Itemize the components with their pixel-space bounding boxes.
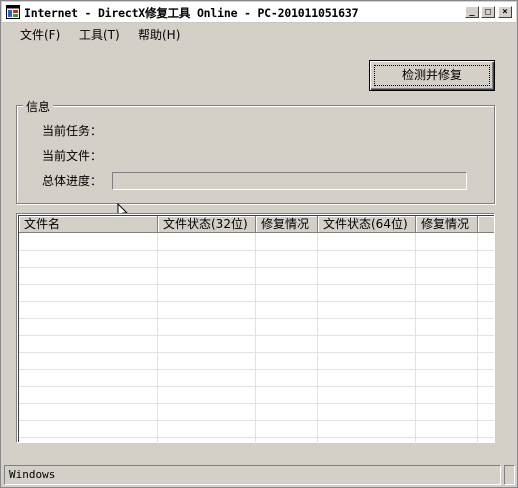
column-header-repair-64[interactable]: 修复情况 [416, 216, 478, 233]
status-text: Windows [9, 468, 56, 481]
table-row[interactable] [19, 369, 494, 387]
table-row[interactable] [19, 403, 494, 421]
minimize-icon: _ [469, 7, 475, 17]
table-row[interactable] [19, 250, 494, 268]
minimize-button[interactable]: _ [465, 6, 479, 18]
table-row[interactable] [19, 233, 494, 251]
focus-rectangle [374, 65, 490, 86]
table-row[interactable] [19, 420, 494, 438]
main-window: Internet - DirectX修复工具 Online - PC-20101… [0, 0, 518, 488]
current-file-label: 当前文件： [42, 149, 103, 163]
close-icon: × [502, 7, 508, 17]
table-row[interactable] [19, 267, 494, 285]
window-title: Internet - DirectX修复工具 Online - PC-20101… [24, 6, 359, 20]
table-row[interactable] [19, 284, 494, 302]
current-task-label: 当前任务： [42, 124, 103, 138]
column-header-filename[interactable]: 文件名 [19, 216, 158, 233]
column-header-repair-32[interactable]: 修复情况 [256, 216, 318, 233]
file-list-view[interactable]: 文件名 文件状态(32位) 修复情况 文件状态(64位) 修复情况 [16, 213, 495, 443]
size-grip-icon[interactable] [504, 465, 515, 485]
file-list-inner: 文件名 文件状态(32位) 修复情况 文件状态(64位) 修复情况 [18, 215, 494, 442]
title-bar[interactable]: Internet - DirectX修复工具 Online - PC-20101… [2, 2, 516, 23]
table-row[interactable] [19, 318, 494, 336]
maximize-button[interactable]: □ [481, 6, 495, 18]
menu-help[interactable]: 帮助(H) [138, 26, 180, 43]
table-row[interactable] [19, 301, 494, 319]
close-button[interactable]: × [498, 6, 512, 18]
app-icon [6, 5, 20, 19]
menu-file[interactable]: 文件(F) [20, 26, 60, 43]
status-bar: Windows [2, 464, 516, 487]
status-panel: Windows [4, 465, 501, 485]
detect-and-repair-button[interactable]: 检测并修复 [369, 60, 495, 91]
column-header-status-64[interactable]: 文件状态(64位) [318, 216, 416, 233]
info-group-title: 信息 [23, 98, 54, 115]
overall-progress-label: 总体进度： [42, 174, 103, 188]
menu-tools[interactable]: 工具(T) [79, 26, 120, 43]
table-row[interactable] [19, 352, 494, 370]
table-row[interactable] [19, 386, 494, 404]
file-list-header: 文件名 文件状态(32位) 修复情况 文件状态(64位) 修复情况 [19, 216, 494, 233]
column-header-filler [478, 216, 494, 233]
menu-bar: 文件(F) 工具(T) 帮助(H) [2, 23, 516, 44]
column-header-status-32[interactable]: 文件状态(32位) [158, 216, 256, 233]
table-row[interactable] [19, 335, 494, 353]
maximize-icon: □ [485, 7, 491, 17]
overall-progress-bar [112, 172, 467, 190]
